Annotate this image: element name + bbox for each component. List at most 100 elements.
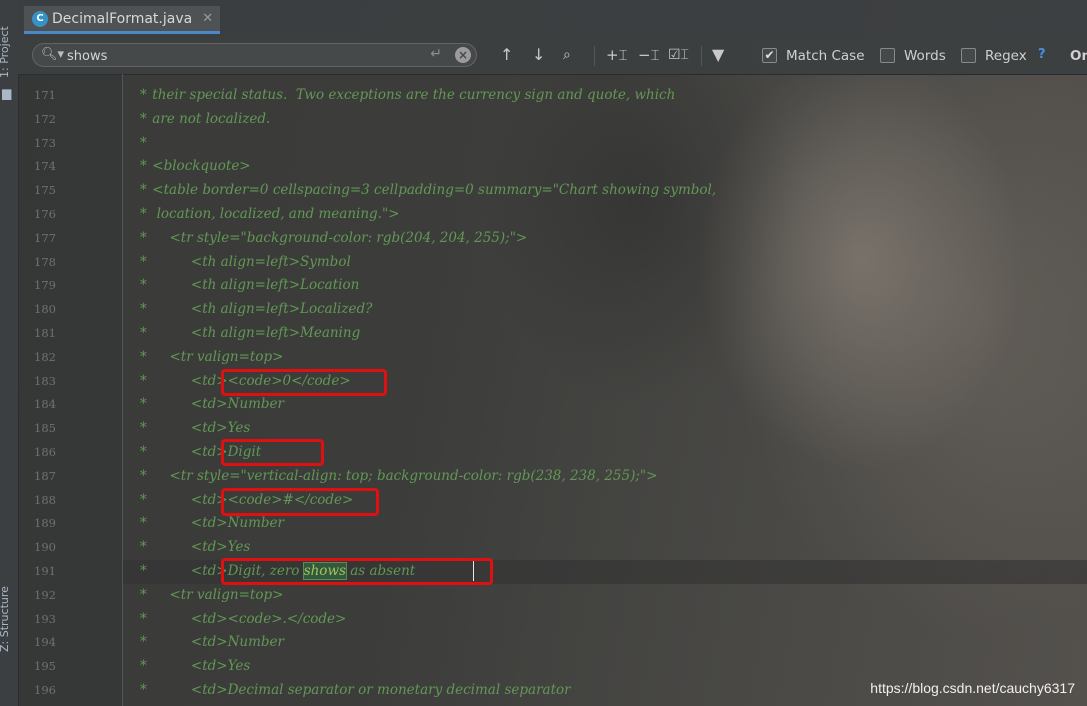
remove-occurrence-icon[interactable]: −⌶ — [638, 46, 660, 64]
line-number: 171 — [34, 88, 56, 102]
structure-tool-button[interactable]: Z: Structure — [0, 586, 11, 652]
regex-checkbox[interactable] — [961, 48, 976, 63]
match-case-checkbox[interactable]: ✔ — [762, 48, 777, 63]
words-checkbox[interactable] — [880, 48, 895, 63]
line-number: 184 — [34, 397, 56, 412]
comment-asterisk: * — [140, 610, 147, 627]
search-input[interactable] — [65, 46, 429, 66]
previous-occurrence-icon[interactable]: ↑ — [500, 46, 513, 64]
tab-title: DecimalFormat.java — [52, 10, 193, 27]
code-text: their special status. Two exceptions are… — [148, 87, 676, 103]
annotation-box — [221, 558, 493, 585]
comment-asterisk: * — [140, 206, 147, 222]
code-text: <td>Yes — [148, 539, 251, 556]
line-number: 177 — [34, 230, 56, 245]
code-text: <th align=left>Location — [148, 277, 360, 294]
code-text: <tr valign=top> — [148, 348, 284, 365]
find-all-icon[interactable]: ⌕ — [563, 46, 571, 64]
code-line: * <td>Yes — [123, 417, 1087, 441]
trailing-option-label[interactable]: On — [1070, 48, 1087, 64]
code-line: * <td><code>.</code> — [123, 608, 1087, 632]
comment-asterisk: * — [140, 277, 147, 294]
line-number: 185 — [34, 421, 56, 436]
comment-asterisk: * — [140, 134, 147, 151]
line-number: 187 — [34, 468, 56, 483]
toolbar-separator — [701, 46, 702, 66]
comment-asterisk: * — [140, 658, 147, 675]
code-text: <td><code>.</code> — [148, 610, 347, 627]
line-number: 173 — [34, 135, 56, 150]
line-number: 193 — [34, 611, 56, 626]
select-all-occurrences-icon[interactable]: ☑⌶ — [668, 46, 689, 64]
comment-asterisk: * — [140, 87, 147, 103]
filter-icon[interactable]: ▼ — [712, 46, 724, 64]
code-line: * are not localized. — [123, 108, 1087, 132]
annotation-box — [221, 439, 324, 466]
code-line: * <tr style="vertical-align: top; backgr… — [123, 465, 1087, 489]
left-tool-strip: 1: Project ▆ Z: Structure — [0, 0, 19, 706]
regex-help-link[interactable]: ? — [1038, 47, 1046, 62]
line-number: 194 — [34, 635, 56, 650]
code-line: * <tr valign=top> — [123, 584, 1087, 608]
comment-asterisk: * — [140, 563, 147, 579]
regex-label[interactable]: Regex — [985, 48, 1027, 64]
text-caret — [473, 561, 474, 581]
code-text: <td>Decimal separator or monetary decima… — [148, 682, 571, 698]
comment-asterisk: * — [140, 396, 147, 413]
code-text: location, localized, and meaning."> — [148, 206, 400, 222]
line-number: 183 — [34, 373, 56, 388]
line-number: 196 — [34, 683, 56, 697]
close-tab-icon[interactable]: ✕ — [202, 11, 213, 26]
code-line: * — [123, 132, 1087, 156]
next-occurrence-icon[interactable]: ↓ — [532, 46, 545, 64]
comment-asterisk: * — [140, 348, 147, 365]
line-number: 179 — [34, 278, 56, 293]
comment-asterisk: * — [140, 301, 147, 318]
search-history-icon[interactable]: 🔍︎▾ — [41, 47, 64, 62]
line-number: 191 — [34, 564, 56, 578]
code-text: <th align=left>Localized? — [148, 301, 373, 318]
editor-tab-bar: C DecimalFormat.java ✕ — [18, 0, 1087, 38]
code-line: * <td>Yes — [123, 536, 1087, 560]
line-number: 181 — [34, 326, 56, 340]
newline-icon[interactable]: ↵ — [430, 46, 442, 62]
annotation-box — [221, 488, 379, 516]
comment-asterisk: * — [140, 182, 147, 199]
code-text: <td>Number — [148, 396, 284, 413]
line-number: 188 — [34, 492, 56, 507]
line-number-gutter: 171 172 173 174 175 176 177 178 179 180 181 182 183 1… — [18, 74, 123, 706]
line-number: 178 — [34, 254, 56, 269]
annotation-box — [221, 369, 387, 396]
line-number: 175 — [34, 183, 56, 198]
search-field-container: 🔍︎▾ ↵ × — [32, 43, 477, 67]
comment-asterisk: * — [140, 682, 147, 698]
code-line: * <td>Number — [123, 393, 1087, 417]
find-bar: 🔍︎▾ ↵ × ↑ ↓ ⌕ +⌶ −⌶ ☑⌶ ▼ ✔ Match Case Wo… — [18, 38, 1087, 75]
comment-asterisk: * — [140, 325, 147, 341]
comment-asterisk: * — [140, 229, 147, 246]
line-number: 192 — [34, 587, 56, 602]
comment-asterisk: * — [140, 158, 147, 175]
toolbar-separator — [594, 46, 595, 66]
tab-decimalformat[interactable]: C DecimalFormat.java ✕ — [24, 6, 220, 34]
code-line: * <blockquote> — [123, 155, 1087, 179]
comment-asterisk: * — [140, 539, 147, 556]
code-text: <th align=left>Symbol — [148, 253, 351, 270]
comment-asterisk: * — [140, 467, 147, 484]
code-line: * <th align=left>Symbol — [123, 251, 1087, 275]
code-text: are not localized. — [148, 110, 271, 127]
code-line: * <td>Yes — [123, 655, 1087, 679]
add-occurrence-icon[interactable]: +⌶ — [606, 46, 628, 64]
code-line: * <th align=left>Localized? — [123, 298, 1087, 322]
line-number: 176 — [34, 207, 56, 221]
clear-search-icon[interactable]: × — [455, 47, 471, 63]
line-number: 189 — [34, 516, 56, 531]
match-case-label[interactable]: Match Case — [786, 48, 865, 64]
code-line: * their special status. Two exceptions a… — [123, 84, 1087, 108]
code-line: * <th align=left>Location — [123, 274, 1087, 298]
code-line: * location, localized, and meaning."> — [123, 203, 1087, 227]
words-label[interactable]: Words — [904, 48, 946, 64]
project-tool-button[interactable]: 1: Project — [0, 26, 11, 78]
code-line: * <td>Number — [123, 631, 1087, 655]
comment-asterisk: * — [140, 372, 147, 389]
